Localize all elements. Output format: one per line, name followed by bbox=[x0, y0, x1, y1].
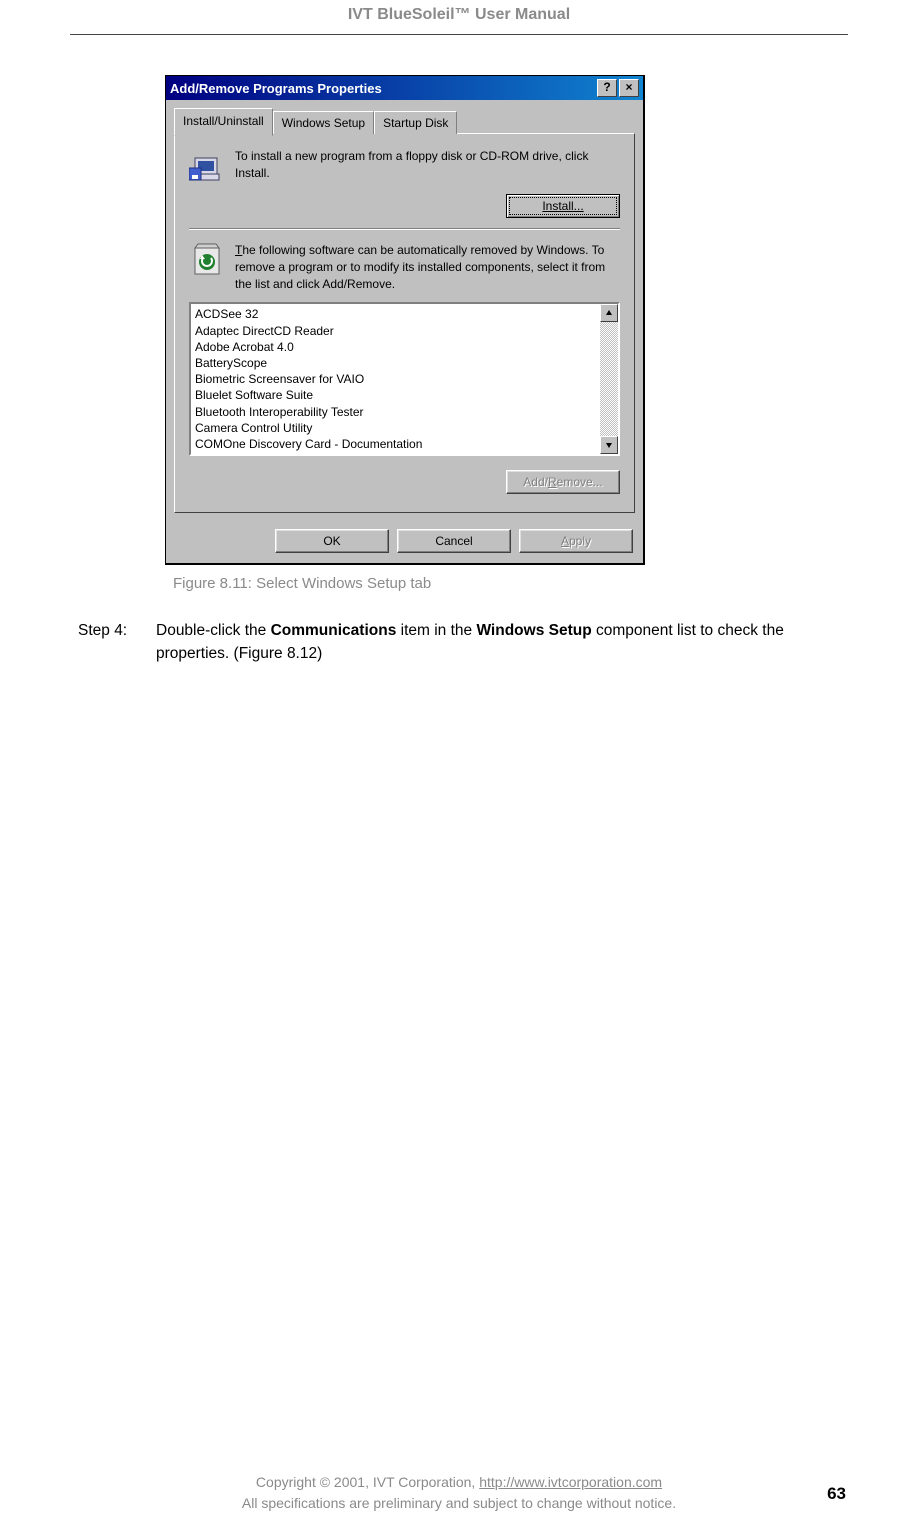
add-remove-button[interactable]: Add/Remove... bbox=[506, 470, 620, 494]
install-icon bbox=[189, 148, 225, 184]
ok-button[interactable]: OK bbox=[275, 529, 389, 553]
list-item[interactable]: Adobe Acrobat 4.0 bbox=[195, 339, 596, 355]
install-button[interactable]: Install... bbox=[506, 194, 620, 218]
install-text: To install a new program from a floppy d… bbox=[235, 148, 620, 184]
help-button[interactable]: ? bbox=[597, 79, 617, 97]
separator bbox=[189, 228, 620, 230]
list-item[interactable]: Bluelet Software Suite bbox=[195, 387, 596, 403]
list-item[interactable]: COMOne Discovery Card - Documentation bbox=[195, 436, 596, 452]
step-label: Step 4: bbox=[78, 620, 156, 665]
page-number: 63 bbox=[827, 1484, 846, 1504]
scrollbar[interactable] bbox=[600, 304, 618, 454]
scroll-down-icon[interactable] bbox=[600, 436, 618, 454]
apply-button[interactable]: Apply bbox=[519, 529, 633, 553]
dialog-title: Add/Remove Programs Properties bbox=[170, 81, 382, 96]
remove-icon bbox=[189, 242, 225, 278]
list-item[interactable]: Bluetooth Interoperability Tester bbox=[195, 404, 596, 420]
cancel-button[interactable]: Cancel bbox=[397, 529, 511, 553]
titlebar: Add/Remove Programs Properties ? × bbox=[166, 76, 643, 100]
list-item[interactable]: Adaptec DirectCD Reader bbox=[195, 323, 596, 339]
tabs: Install/Uninstall Windows Setup Startup … bbox=[174, 108, 635, 134]
program-list: ACDSee 32 Adaptec DirectCD Reader Adobe … bbox=[191, 304, 600, 454]
footer-link: http://www.ivtcorporation.com bbox=[479, 1474, 662, 1490]
page-header-title: IVT BlueSoleil™ User Manual bbox=[0, 0, 918, 24]
page-footer: Copyright © 2001, IVT Corporation, http:… bbox=[0, 1472, 918, 1514]
list-item[interactable]: ACDSee 32 bbox=[195, 306, 596, 322]
close-button[interactable]: × bbox=[619, 79, 639, 97]
list-item[interactable]: Biometric Screensaver for VAIO bbox=[195, 371, 596, 387]
remove-text: The following software can be automatica… bbox=[235, 242, 620, 292]
step-text: Double-click the Communications item in … bbox=[156, 620, 848, 665]
tab-windows-setup[interactable]: Windows Setup bbox=[273, 111, 374, 134]
add-remove-dialog: Add/Remove Programs Properties ? × Insta… bbox=[165, 75, 645, 565]
header-rule bbox=[70, 34, 848, 35]
install-button-label: Install... bbox=[542, 199, 583, 213]
tab-startup-disk[interactable]: Startup Disk bbox=[374, 111, 457, 134]
program-listbox[interactable]: ACDSee 32 Adaptec DirectCD Reader Adobe … bbox=[189, 302, 620, 456]
tab-install-uninstall[interactable]: Install/Uninstall bbox=[174, 108, 273, 136]
figure: Add/Remove Programs Properties ? × Insta… bbox=[165, 75, 645, 592]
figure-caption: Figure 8.11: Select Windows Setup tab bbox=[173, 575, 645, 592]
tab-panel: To install a new program from a floppy d… bbox=[174, 133, 635, 513]
list-item[interactable]: Camera Control Utility bbox=[195, 420, 596, 436]
scroll-up-icon[interactable] bbox=[600, 304, 618, 322]
list-item[interactable]: BatteryScope bbox=[195, 355, 596, 371]
scroll-track[interactable] bbox=[600, 322, 618, 436]
step-4: Step 4: Double-click the Communications … bbox=[78, 620, 848, 665]
